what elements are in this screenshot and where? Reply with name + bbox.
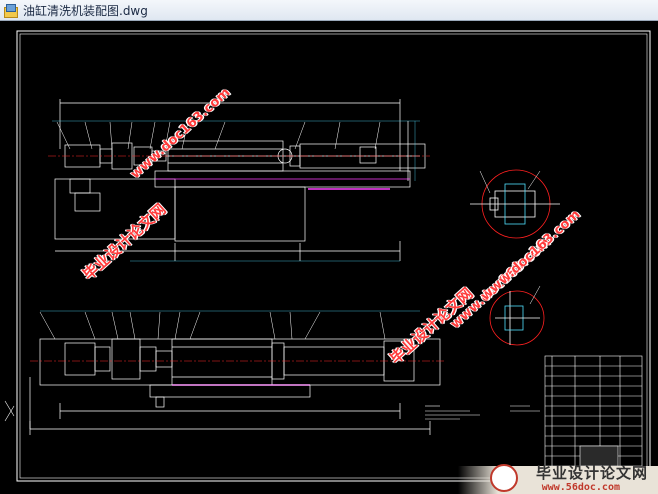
watermark-logo-icon — [490, 464, 518, 492]
upper-view — [48, 99, 430, 262]
drawing-canvas[interactable]: www.doc163.com 毕业设计论文网 www.doc163.com 毕业… — [0, 21, 658, 494]
watermark-footer-title: 毕业设计论文网 — [535, 464, 648, 482]
title-bar: 油缸清洗机装配图.dwg — [0, 0, 658, 21]
lower-view — [29, 310, 445, 435]
watermark-footer: 毕业设计论文网 www.56doc.com — [458, 464, 658, 494]
title-block — [544, 355, 643, 477]
dwg-file-icon — [4, 3, 18, 18]
window-title: 油缸清洗机装配图.dwg — [23, 3, 148, 18]
detail-section-a — [470, 169, 560, 239]
watermark-footer-url: www.56doc.com — [541, 482, 620, 493]
technical-notes — [425, 405, 540, 420]
